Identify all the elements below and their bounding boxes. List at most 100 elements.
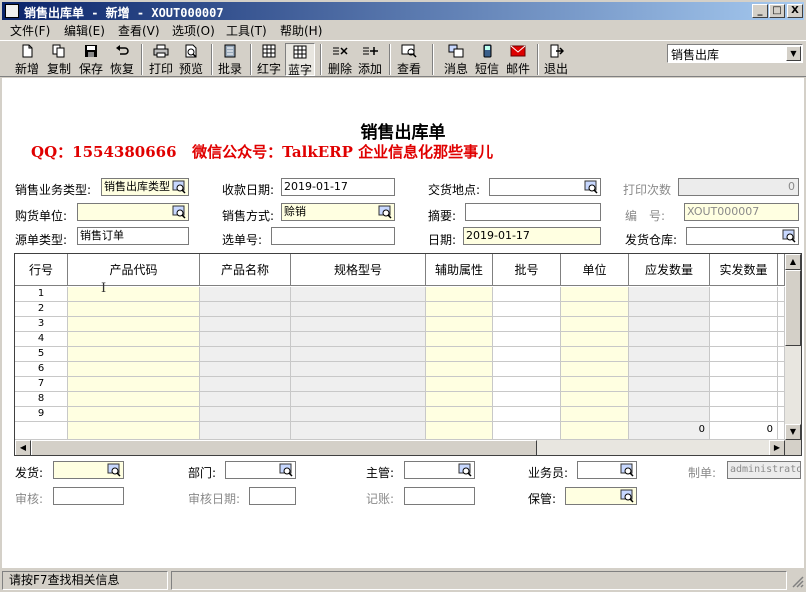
grid-cell[interactable]	[629, 317, 710, 332]
exit-button[interactable]: 退出	[541, 43, 571, 76]
grid-cell[interactable]	[426, 347, 493, 362]
scroll-down-icon[interactable]: ▼	[785, 424, 801, 440]
red-button[interactable]: 红字	[254, 43, 284, 76]
grid-cell[interactable]	[629, 392, 710, 407]
grid-cell[interactable]	[291, 317, 426, 332]
grid-cell[interactable]	[778, 362, 785, 377]
grid-cell[interactable]	[561, 377, 629, 392]
search-icon[interactable]	[782, 229, 797, 243]
date-field[interactable]: 2019-01-17	[463, 227, 601, 245]
scroll-left-icon[interactable]: ◀	[15, 440, 31, 455]
select-no-field[interactable]	[271, 227, 395, 245]
grid-cell[interactable]	[68, 392, 200, 407]
menu-file[interactable]: 文件(F)	[10, 22, 50, 39]
grid-cell[interactable]	[778, 317, 785, 332]
grid-cell[interactable]	[200, 377, 291, 392]
grid-cell[interactable]	[778, 302, 785, 317]
search-icon[interactable]	[620, 489, 635, 503]
grid-cell[interactable]	[291, 407, 426, 422]
grid-cell[interactable]	[68, 362, 200, 377]
grid-cell[interactable]	[291, 377, 426, 392]
grid-cell[interactable]	[493, 392, 561, 407]
view-button[interactable]: 查看	[394, 43, 424, 76]
horizontal-scroll-thumb[interactable]	[31, 440, 537, 455]
supervisor-field[interactable]	[404, 461, 475, 479]
grid-cell[interactable]	[778, 287, 785, 302]
delivery-place-field[interactable]	[489, 178, 601, 196]
grid-cell[interactable]	[291, 302, 426, 317]
grid-cell[interactable]	[493, 287, 561, 302]
vertical-scroll-thumb[interactable]	[785, 270, 801, 346]
grid-cell[interactable]	[561, 287, 629, 302]
scroll-up-icon[interactable]: ▲	[785, 254, 801, 270]
col-header-unit[interactable]: 单位	[561, 254, 629, 286]
grid-cell[interactable]	[426, 302, 493, 317]
grid-cell[interactable]	[629, 407, 710, 422]
grid-cell[interactable]	[561, 392, 629, 407]
detail-grid[interactable]: 行号 产品代码 产品名称 规格型号 辅助属性 批号 单位 应发数量 实发数量 1…	[14, 253, 802, 456]
scroll-right-icon[interactable]: ▶	[769, 440, 785, 455]
grid-cell[interactable]	[68, 407, 200, 422]
search-icon[interactable]	[620, 463, 635, 477]
menu-edit[interactable]: 编辑(E)	[64, 22, 105, 39]
grid-cell[interactable]	[68, 377, 200, 392]
grid-cell[interactable]	[493, 377, 561, 392]
grid-cell[interactable]	[629, 287, 710, 302]
grid-vertical-scrollbar[interactable]: ▲ ▼	[785, 254, 801, 440]
grid-cell[interactable]	[493, 362, 561, 377]
grid-cell[interactable]	[200, 287, 291, 302]
grid-cell[interactable]	[561, 347, 629, 362]
close-button[interactable]: X	[787, 4, 803, 18]
sales-method-field[interactable]: 赊销	[281, 203, 395, 221]
grid-cell[interactable]	[561, 362, 629, 377]
search-icon[interactable]	[279, 463, 294, 477]
grid-cell[interactable]	[200, 362, 291, 377]
grid-cell[interactable]	[426, 377, 493, 392]
grid-cell[interactable]	[710, 287, 778, 302]
grid-cell[interactable]	[426, 362, 493, 377]
menu-view[interactable]: 查看(V)	[118, 22, 160, 39]
col-header-due-qty[interactable]: 应发数量	[629, 254, 710, 286]
grid-cell[interactable]	[778, 347, 785, 362]
doc-type-select[interactable]: 销售出库 ▼	[667, 44, 803, 63]
grid-cell[interactable]	[200, 407, 291, 422]
grid-cell[interactable]	[200, 302, 291, 317]
grid-cell[interactable]	[291, 347, 426, 362]
grid-cell[interactable]	[200, 317, 291, 332]
grid-cell[interactable]	[710, 332, 778, 347]
grid-cell[interactable]	[778, 392, 785, 407]
col-header-line-no[interactable]: 行号	[15, 254, 68, 286]
grid-cell[interactable]	[710, 347, 778, 362]
col-header-actual-qty[interactable]: 实发数量	[710, 254, 778, 286]
grid-cell[interactable]	[68, 287, 200, 302]
sms-button[interactable]: 短信	[472, 43, 502, 76]
grid-cell[interactable]	[426, 317, 493, 332]
grid-cell[interactable]	[68, 332, 200, 347]
menu-help[interactable]: 帮助(H)	[280, 22, 322, 39]
print-button[interactable]: 打印	[146, 43, 176, 76]
copy-button[interactable]: 复制	[44, 43, 74, 76]
search-icon[interactable]	[107, 463, 122, 477]
search-icon[interactable]	[172, 180, 187, 194]
preview-button[interactable]: 预览	[176, 43, 206, 76]
grid-cell[interactable]	[561, 317, 629, 332]
resize-grip-icon[interactable]	[790, 574, 804, 588]
grid-cell[interactable]	[291, 332, 426, 347]
grid-cell[interactable]	[493, 302, 561, 317]
grid-cell[interactable]	[710, 407, 778, 422]
batch-entry-button[interactable]: 批录	[215, 43, 245, 76]
grid-cell[interactable]	[629, 362, 710, 377]
receipt-date-field[interactable]: 2019-01-17	[281, 178, 395, 196]
mail-button[interactable]: 邮件	[503, 43, 533, 76]
grid-cell[interactable]	[200, 347, 291, 362]
grid-cell[interactable]	[561, 332, 629, 347]
grid-cell[interactable]	[710, 302, 778, 317]
grid-cell[interactable]	[710, 317, 778, 332]
search-icon[interactable]	[172, 205, 187, 219]
grid-cell[interactable]	[493, 407, 561, 422]
add-button[interactable]: 添加	[355, 43, 385, 76]
source-type-field[interactable]: 销售订单	[77, 227, 189, 245]
restore-button[interactable]: 恢复	[107, 43, 137, 76]
business-type-field[interactable]: 销售出库类型	[101, 178, 189, 196]
grid-cell[interactable]	[778, 407, 785, 422]
